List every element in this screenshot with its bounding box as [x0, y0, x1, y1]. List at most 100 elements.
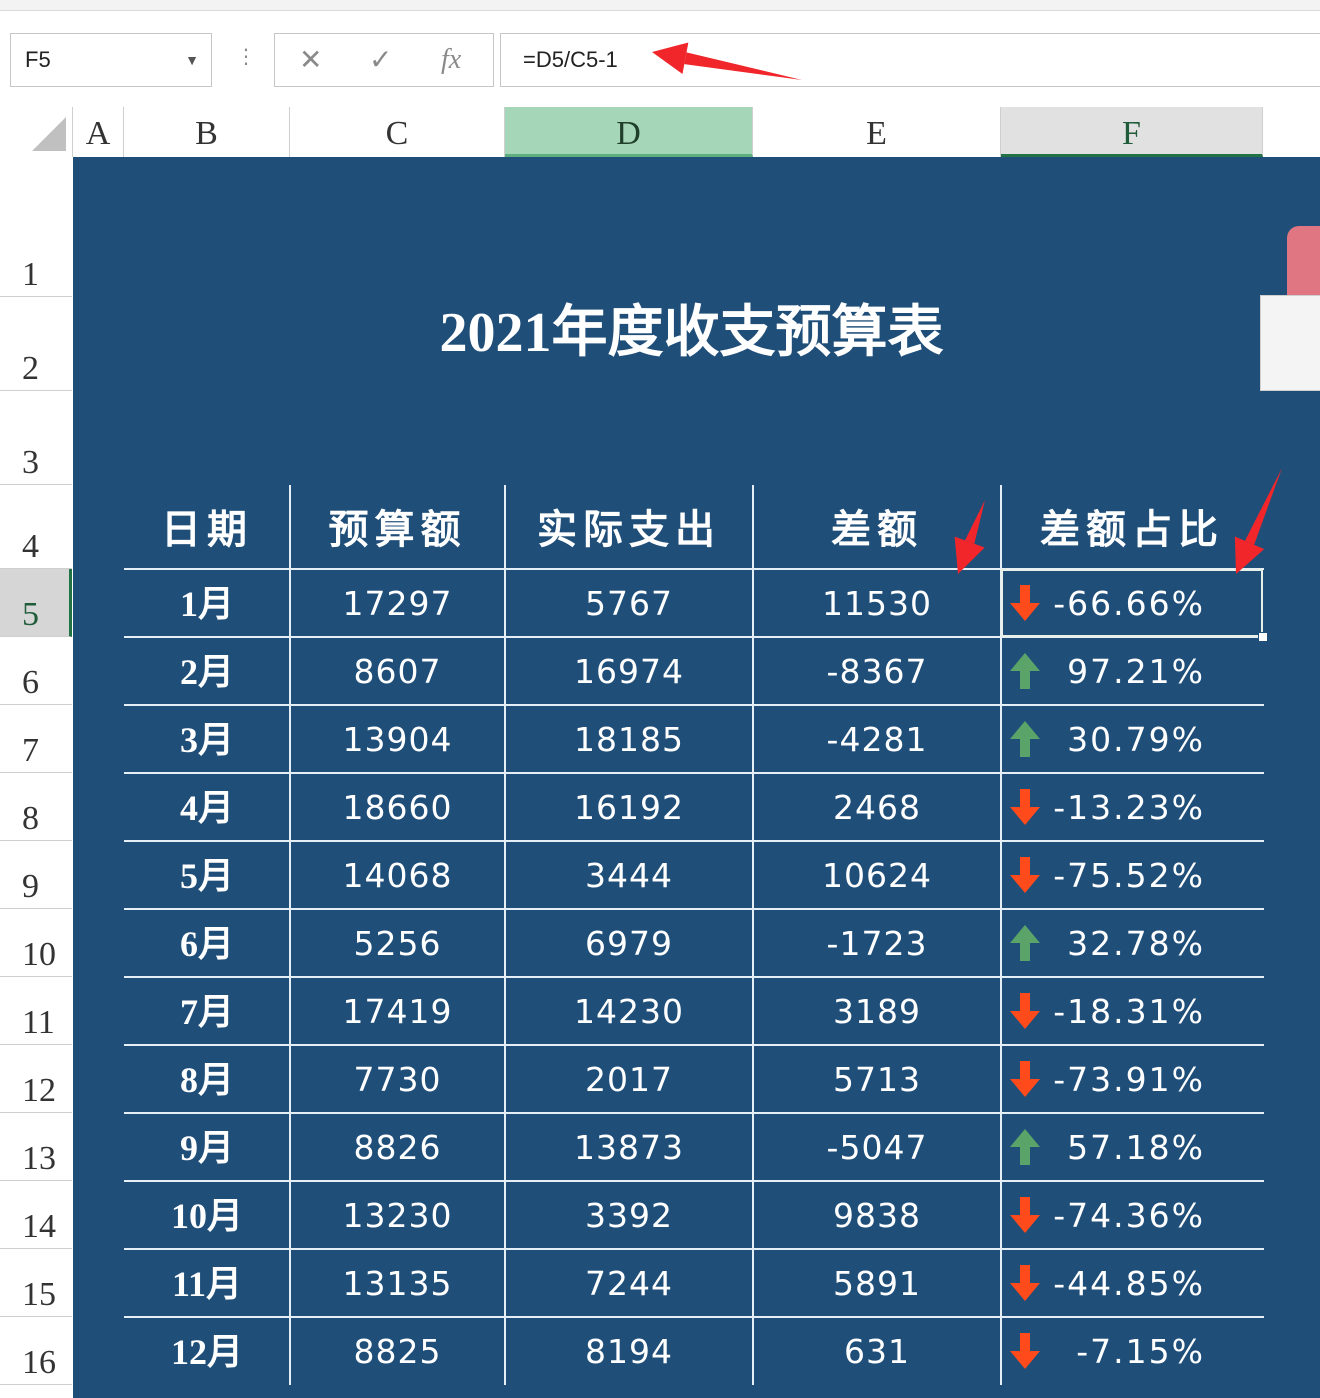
- actual-cell[interactable]: 6979: [505, 909, 753, 977]
- budget-cell[interactable]: 13904: [290, 705, 505, 773]
- month-cell[interactable]: 2月: [124, 637, 290, 705]
- row-header-3[interactable]: 3: [0, 391, 72, 485]
- diff-cell[interactable]: 5891: [753, 1249, 1001, 1317]
- pct-cell[interactable]: 30.79%: [1001, 705, 1263, 773]
- pct-cell[interactable]: -73.91%: [1001, 1045, 1263, 1113]
- select-all-button[interactable]: [0, 107, 73, 157]
- row-header-column: 1 2 3 4 5 6 7 8 9 10 11 12 13 14 15 16: [0, 157, 74, 1398]
- budget-cell[interactable]: 17297: [290, 569, 505, 637]
- pct-value: -73.91%: [1053, 1060, 1205, 1099]
- diff-cell[interactable]: -1723: [753, 909, 1001, 977]
- actual-cell[interactable]: 8194: [505, 1317, 753, 1385]
- column-header-d[interactable]: D: [505, 107, 753, 157]
- row-header-6[interactable]: 6: [0, 637, 72, 705]
- month-cell[interactable]: 9月: [124, 1113, 290, 1181]
- pct-cell[interactable]: -75.52%: [1001, 841, 1263, 909]
- diff-cell[interactable]: 10624: [753, 841, 1001, 909]
- column-header-b[interactable]: B: [124, 107, 290, 157]
- arrow-down-icon: [1007, 1331, 1043, 1380]
- diff-cell[interactable]: 5713: [753, 1045, 1001, 1113]
- diff-cell[interactable]: 11530: [753, 569, 1001, 637]
- diff-cell[interactable]: 631: [753, 1317, 1001, 1385]
- pct-cell[interactable]: -7.15%: [1001, 1317, 1263, 1385]
- row-header-16[interactable]: 16: [0, 1317, 72, 1385]
- month-cell[interactable]: 4月: [124, 773, 290, 841]
- actual-cell[interactable]: 13873: [505, 1113, 753, 1181]
- pct-cell[interactable]: -18.31%: [1001, 977, 1263, 1045]
- diff-cell[interactable]: -5047: [753, 1113, 1001, 1181]
- budget-cell[interactable]: 7730: [290, 1045, 505, 1113]
- budget-cell[interactable]: 8825: [290, 1317, 505, 1385]
- row-header-8[interactable]: 8: [0, 773, 72, 841]
- budget-cell[interactable]: 8826: [290, 1113, 505, 1181]
- month-cell[interactable]: 7月: [124, 977, 290, 1045]
- budget-cell[interactable]: 14068: [290, 841, 505, 909]
- month-cell[interactable]: 3月: [124, 705, 290, 773]
- row-header-5[interactable]: 5: [0, 569, 72, 637]
- budget-cell[interactable]: 18660: [290, 773, 505, 841]
- pct-cell[interactable]: 97.21%: [1001, 637, 1263, 705]
- month-cell[interactable]: 8月: [124, 1045, 290, 1113]
- row-header-11[interactable]: 11: [0, 977, 72, 1045]
- arrow-down-icon: [1007, 855, 1043, 904]
- row-header-15[interactable]: 15: [0, 1249, 72, 1317]
- chevron-down-icon[interactable]: ▼: [185, 34, 199, 86]
- month-cell[interactable]: 10月: [124, 1181, 290, 1249]
- pct-value: -75.52%: [1053, 856, 1205, 895]
- enter-icon[interactable]: ✓: [369, 34, 392, 86]
- actual-cell[interactable]: 2017: [505, 1045, 753, 1113]
- month-cell[interactable]: 12月: [124, 1317, 290, 1385]
- row-header-10[interactable]: 10: [0, 909, 72, 977]
- row-header-2[interactable]: 2: [0, 297, 72, 391]
- arrow-up-icon: [1007, 1127, 1043, 1176]
- actual-cell[interactable]: 14230: [505, 977, 753, 1045]
- diff-cell[interactable]: 2468: [753, 773, 1001, 841]
- budget-cell[interactable]: 17419: [290, 977, 505, 1045]
- row-header-9[interactable]: 9: [0, 841, 72, 909]
- budget-cell[interactable]: 13230: [290, 1181, 505, 1249]
- pct-cell[interactable]: 32.78%: [1001, 909, 1263, 977]
- actual-cell[interactable]: 16192: [505, 773, 753, 841]
- actual-cell[interactable]: 3444: [505, 841, 753, 909]
- pct-cell[interactable]: -13.23%: [1001, 773, 1263, 841]
- formula-input[interactable]: =D5/C5-1: [500, 33, 1320, 87]
- row-header-7[interactable]: 7: [0, 705, 72, 773]
- month-cell[interactable]: 6月: [124, 909, 290, 977]
- name-box[interactable]: F5 ▼: [10, 33, 212, 87]
- diff-cell[interactable]: -8367: [753, 637, 1001, 705]
- side-panel-card[interactable]: [1260, 295, 1320, 391]
- row-header-14[interactable]: 14: [0, 1181, 72, 1249]
- cancel-icon[interactable]: ✕: [299, 34, 322, 86]
- actual-cell[interactable]: 16974: [505, 637, 753, 705]
- actual-cell[interactable]: 3392: [505, 1181, 753, 1249]
- fill-handle[interactable]: [1258, 632, 1268, 642]
- month-cell[interactable]: 11月: [124, 1249, 290, 1317]
- column-header-f[interactable]: F: [1001, 107, 1263, 157]
- row-header-1[interactable]: 1: [0, 157, 72, 297]
- pct-cell[interactable]: 57.18%: [1001, 1113, 1263, 1181]
- actual-cell[interactable]: 18185: [505, 705, 753, 773]
- budget-cell[interactable]: 8607: [290, 637, 505, 705]
- budget-cell[interactable]: 13135: [290, 1249, 505, 1317]
- month-cell[interactable]: 5月: [124, 841, 290, 909]
- row-header-4[interactable]: 4: [0, 485, 72, 569]
- pct-cell[interactable]: -44.85%: [1001, 1249, 1263, 1317]
- column-header-e[interactable]: E: [753, 107, 1001, 157]
- diff-cell[interactable]: 3189: [753, 977, 1001, 1045]
- row-header-13[interactable]: 13: [0, 1113, 72, 1181]
- budget-cell[interactable]: 5256: [290, 909, 505, 977]
- pct-cell[interactable]: -74.36%: [1001, 1181, 1263, 1249]
- arrow-down-icon: [1007, 787, 1043, 836]
- pct-value: -44.85%: [1053, 1264, 1205, 1303]
- diff-cell[interactable]: -4281: [753, 705, 1001, 773]
- actual-cell[interactable]: 7244: [505, 1249, 753, 1317]
- month-cell[interactable]: 1月: [124, 569, 290, 637]
- column-header-c[interactable]: C: [290, 107, 505, 157]
- row-header-12[interactable]: 12: [0, 1045, 72, 1113]
- actual-cell[interactable]: 5767: [505, 569, 753, 637]
- insert-function-icon[interactable]: fx: [441, 34, 461, 86]
- more-options-icon[interactable]: ⋮: [236, 47, 256, 67]
- column-header-a[interactable]: A: [73, 107, 124, 157]
- diff-cell[interactable]: 9838: [753, 1181, 1001, 1249]
- arrow-down-icon: [1007, 1195, 1043, 1244]
